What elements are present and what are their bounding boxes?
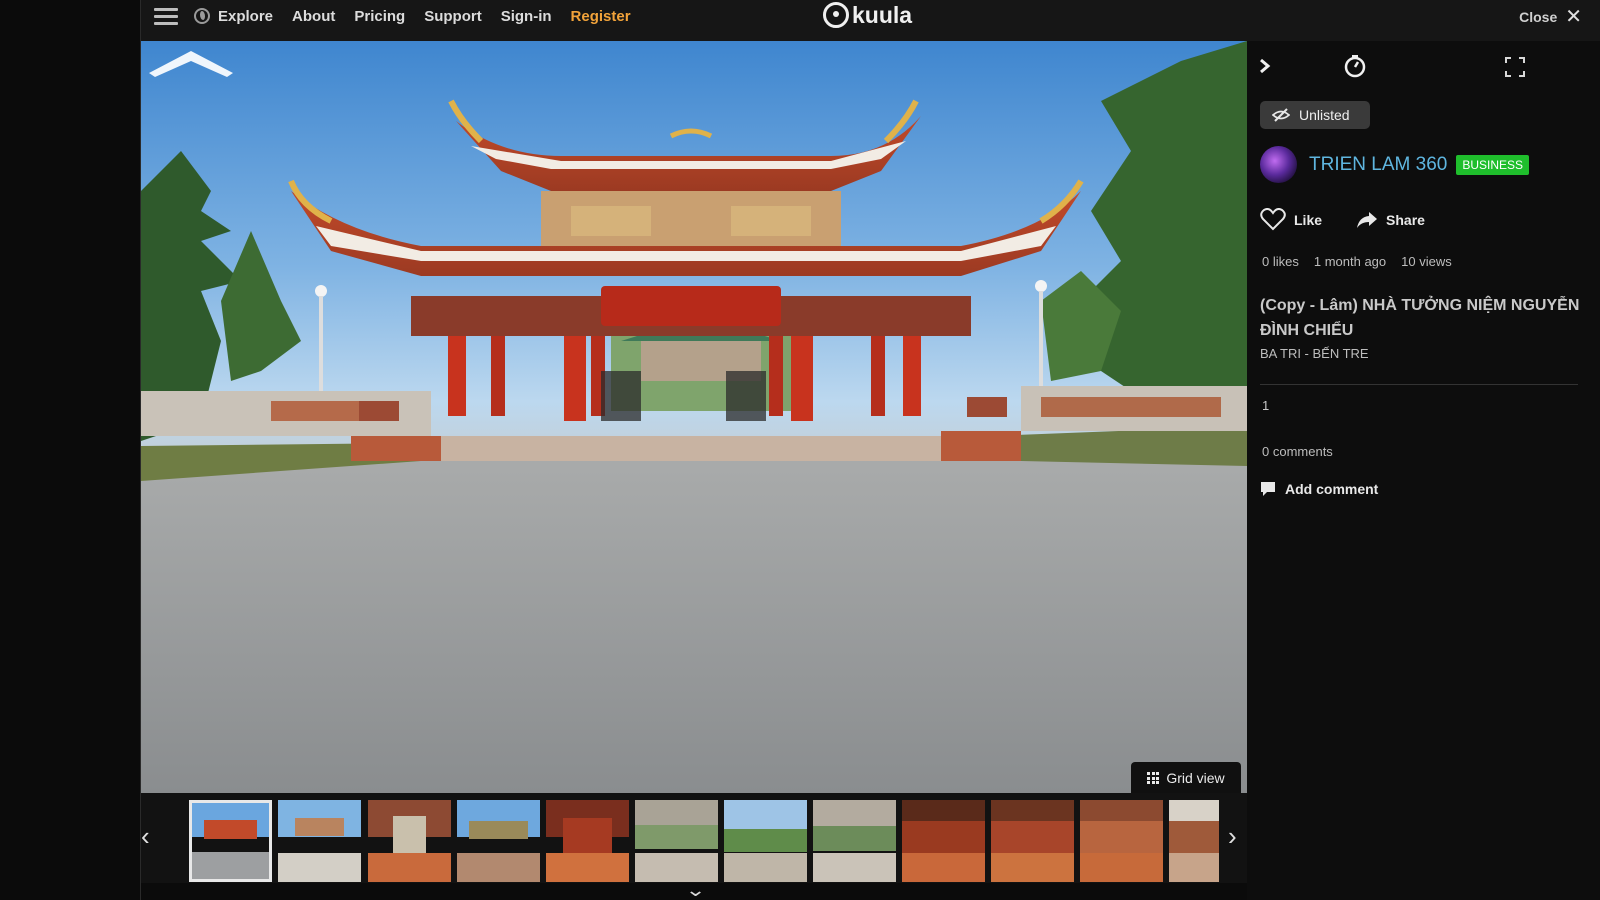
thumbnail-4[interactable]: [457, 800, 540, 882]
kuula-logo[interactable]: kuula: [823, 0, 912, 30]
grid-view-button[interactable]: Grid view: [1131, 762, 1241, 794]
comment-icon: [1261, 482, 1275, 496]
nav-support[interactable]: Support: [424, 8, 482, 25]
thumbnail-1[interactable]: [189, 800, 272, 882]
nav-pricing[interactable]: Pricing: [354, 8, 405, 25]
close-button[interactable]: Close ✕: [1519, 4, 1582, 29]
thumbnail-9[interactable]: [902, 800, 985, 882]
like-button[interactable]: Like: [1260, 208, 1322, 231]
share-button[interactable]: Share: [1356, 211, 1425, 229]
navigate-forward-arrow-icon[interactable]: [141, 41, 241, 81]
collapse-panel-icon[interactable]: [1258, 58, 1272, 74]
divider: [1260, 384, 1578, 385]
grid-icon: [1147, 772, 1160, 784]
thumbnail-5[interactable]: [546, 800, 629, 882]
left-rail: [0, 0, 141, 900]
thumbnail-strip: ‹ ›: [141, 793, 1247, 883]
heart-icon: [1260, 208, 1286, 231]
visibility-label: Unlisted: [1299, 107, 1350, 123]
action-row: Like Share: [1260, 208, 1425, 231]
thumbnail-6[interactable]: [635, 800, 718, 882]
thumbnail-7[interactable]: [724, 800, 807, 882]
close-label: Close: [1519, 8, 1558, 25]
top-bar: Explore About Pricing Support Sign-in Re…: [141, 0, 1600, 41]
comments-count: 0 comments: [1262, 444, 1333, 459]
visibility-badge: Unlisted: [1260, 101, 1370, 129]
chevron-down-icon[interactable]: ⌄: [685, 880, 706, 900]
likes-count: 0 likes: [1262, 254, 1299, 269]
views-count: 10 views: [1401, 254, 1452, 269]
info-panel: Unlisted TRIEN LAM 360 BUSINESS Like Sha…: [1247, 41, 1600, 900]
nav-signin[interactable]: Sign-in: [501, 8, 552, 25]
strip-next-icon[interactable]: ›: [1228, 821, 1237, 852]
nav-explore[interactable]: Explore: [218, 8, 273, 25]
post-title: (Copy - Lâm) NHÀ TƯỞNG NIỆM NGUYỄN ĐÌNH …: [1260, 297, 1580, 339]
menu-icon[interactable]: [154, 8, 178, 26]
share-label: Share: [1386, 211, 1425, 228]
grid-view-label: Grid view: [1166, 770, 1225, 786]
stats-row: 0 likes 1 month ago 10 views: [1262, 254, 1452, 269]
business-badge: BUSINESS: [1456, 154, 1530, 175]
panorama-viewer[interactable]: [141, 41, 1247, 793]
panorama-count: 1: [1262, 398, 1270, 413]
add-comment-button[interactable]: Add comment: [1260, 481, 1378, 497]
fullscreen-icon[interactable]: [1504, 56, 1526, 78]
thumbnail-3[interactable]: [368, 800, 451, 882]
thumbnail-8[interactable]: [813, 800, 896, 882]
add-comment-label: Add comment: [1285, 481, 1379, 497]
user-row: TRIEN LAM 360 BUSINESS: [1260, 146, 1530, 183]
main-nav: Explore About Pricing Support Sign-in Re…: [194, 0, 631, 32]
strip-prev-icon[interactable]: ‹: [141, 821, 150, 852]
posted-time: 1 month ago: [1313, 254, 1387, 269]
logo-icon: [823, 2, 849, 28]
post-location: BA TRI - BẾN TRE: [1260, 346, 1369, 361]
panorama-scene: [141, 41, 1247, 793]
nav-about[interactable]: About: [292, 8, 335, 25]
globe-icon: [194, 8, 210, 24]
logo-text: kuula: [852, 1, 913, 28]
thumbnail-2[interactable]: [278, 800, 361, 882]
share-icon: [1357, 211, 1378, 228]
nav-register[interactable]: Register: [571, 8, 631, 25]
thumbnail-11[interactable]: [1080, 800, 1163, 882]
close-icon: ✕: [1565, 6, 1582, 28]
avatar[interactable]: [1260, 146, 1297, 183]
username-link[interactable]: TRIEN LAM 360: [1309, 154, 1447, 176]
like-label: Like: [1294, 211, 1323, 228]
thumbnail-12[interactable]: [1169, 800, 1219, 882]
gyroscope-icon[interactable]: [1343, 54, 1367, 78]
thumbnail-10[interactable]: [991, 800, 1074, 882]
eye-slash-icon: [1272, 108, 1290, 122]
